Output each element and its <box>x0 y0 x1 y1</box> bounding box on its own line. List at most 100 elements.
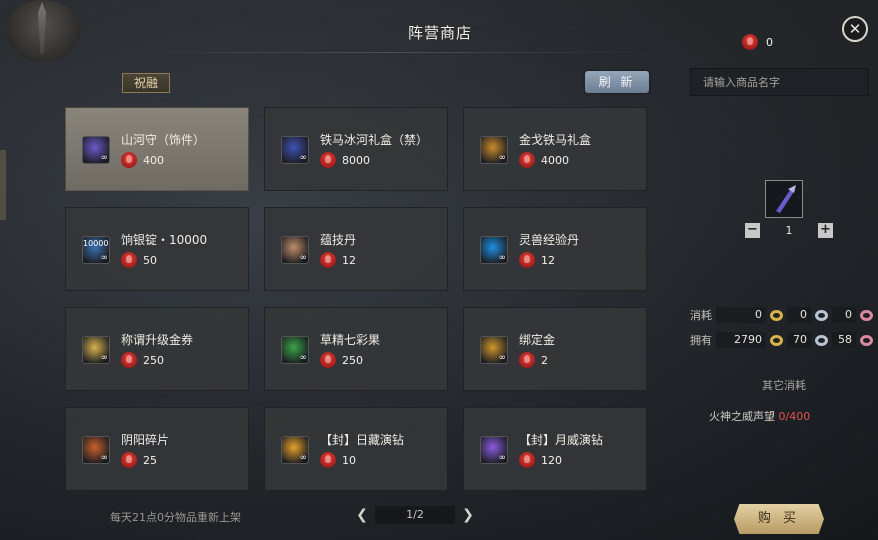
cost-row: 消耗 0 0 0 <box>690 307 877 323</box>
gold-coin-icon <box>770 309 783 321</box>
flame-currency-icon <box>742 34 758 50</box>
other-cost-label: 其它消耗 <box>762 379 806 392</box>
page-indicator: 1/2 <box>375 506 455 524</box>
item-price-value: 4000 <box>541 153 569 167</box>
item-grid: ∞ 山河守（饰件） 400 ∞ 铁马冰河礼盒（禁） 8000 ∞ 金戈铁马礼盒 4000 1000… <box>65 107 647 494</box>
fame-label: 火神之威声望 <box>709 410 775 423</box>
shop-item[interactable]: ∞ 阴阳碎片 25 <box>65 407 249 491</box>
owned-row: 拥有 2790 70 58 <box>690 332 877 348</box>
item-price-value: 250 <box>143 353 164 367</box>
decrease-button[interactable]: − <box>745 223 760 238</box>
flame-currency-icon <box>519 452 535 468</box>
chevron-right-icon: ❯ <box>462 507 474 523</box>
flame-currency-icon <box>121 452 137 468</box>
increase-button[interactable]: + <box>818 223 833 238</box>
tab-blessing[interactable]: 祝融 <box>122 73 170 93</box>
item-price-value: 120 <box>541 453 562 467</box>
buy-button[interactable]: 购 买 <box>734 504 824 534</box>
gold-giftbox-icon: ∞ <box>480 136 508 164</box>
restock-note: 每天21点0分物品重新上架 <box>110 511 241 524</box>
shop-item[interactable]: ∞ 金戈铁马礼盒 4000 <box>463 107 647 191</box>
shop-item[interactable]: ∞ 【封】日藏演钻 10 <box>264 407 448 491</box>
infinite-icon: ∞ <box>100 453 109 463</box>
owned-gold-value: 2790 <box>716 332 766 348</box>
quantity-value[interactable]: 1 <box>766 223 812 238</box>
currency-value: 0 <box>766 35 773 49</box>
item-price: 250 <box>320 352 363 368</box>
item-price-value: 8000 <box>342 153 370 167</box>
item-name: 金戈铁马礼盒 <box>519 133 592 147</box>
item-name: 绑定金 <box>519 333 556 347</box>
next-page-button[interactable]: ❯ <box>461 506 475 524</box>
cost-gold-value: 0 <box>716 307 766 323</box>
refresh-button[interactable]: 刷 新 <box>585 71 649 93</box>
cost-bound-value: 0 <box>832 307 856 323</box>
flame-currency-icon <box>320 352 336 368</box>
flame-currency-icon <box>320 252 336 268</box>
faction-emblem-icon <box>4 0 82 62</box>
infinite-icon: ∞ <box>498 153 507 163</box>
item-price-value: 12 <box>342 253 356 267</box>
title-divider <box>120 52 660 53</box>
item-name: 阴阳碎片 <box>121 433 170 447</box>
gold-ingot-icon: ∞ <box>480 336 508 364</box>
moon-gem-icon: ∞ <box>480 436 508 464</box>
item-price-value: 250 <box>342 353 363 367</box>
item-price: 400 <box>121 152 164 168</box>
item-price: 25 <box>121 452 157 468</box>
blue-orb-icon: ∞ <box>480 236 508 264</box>
selected-item-preview-icon <box>765 180 803 218</box>
item-name: 铁马冰河礼盒（禁） <box>320 133 429 147</box>
item-name: 【封】月威演钻 <box>519 433 604 447</box>
silver-coin-icon <box>815 334 828 346</box>
flame-currency-icon <box>320 152 336 168</box>
bound-coin-icon <box>860 334 873 346</box>
shop-item[interactable]: ∞ 草精七彩果 250 <box>264 307 448 391</box>
infinite-icon: ∞ <box>498 453 507 463</box>
green-fruit-icon: ∞ <box>281 336 309 364</box>
prev-page-button[interactable]: ❮ <box>355 506 369 524</box>
infinite-icon: ∞ <box>100 353 109 363</box>
item-price: 2 <box>519 352 548 368</box>
infinite-icon: ∞ <box>100 153 109 163</box>
shop-item[interactable]: ∞ 【封】月威演钻 120 <box>463 407 647 491</box>
item-name: 山河守（饰件） <box>121 133 206 147</box>
shop-item[interactable]: ∞ 铁马冰河礼盒（禁） 8000 <box>264 107 448 191</box>
shard-icon: ∞ <box>82 436 110 464</box>
cost-label: 消耗 <box>690 309 712 322</box>
infinite-icon: ∞ <box>100 253 109 263</box>
silver-coin-icon <box>815 309 828 321</box>
horse-giftbox-icon: ∞ <box>281 136 309 164</box>
item-price-value: 25 <box>143 453 157 467</box>
silver-ingot-icon: 10000 ∞ <box>82 236 110 264</box>
flame-currency-icon <box>121 252 137 268</box>
item-price: 250 <box>121 352 164 368</box>
item-name: 称谓升级金券 <box>121 333 194 347</box>
shop-item[interactable]: ∞ 灵兽经验丹 12 <box>463 207 647 291</box>
item-name: 饷银锭・10000 <box>121 233 208 247</box>
pill-icon: ∞ <box>281 236 309 264</box>
owned-silver-value: 70 <box>787 332 811 348</box>
flame-currency-icon <box>519 152 535 168</box>
item-price-value: 12 <box>541 253 555 267</box>
item-price: 50 <box>121 252 157 268</box>
item-badge: 10000 <box>83 239 109 248</box>
side-decoration <box>0 150 6 220</box>
infinite-icon: ∞ <box>498 253 507 263</box>
shop-item[interactable]: ∞ 蕴技丹 12 <box>264 207 448 291</box>
gold-ticket-icon: ∞ <box>82 336 110 364</box>
item-price: 8000 <box>320 152 370 168</box>
search-input[interactable] <box>690 68 869 96</box>
item-name: 【封】日藏演钻 <box>320 433 405 447</box>
shop-item[interactable]: ∞ 称谓升级金券 250 <box>65 307 249 391</box>
item-price-value: 10 <box>342 453 356 467</box>
close-button[interactable]: ✕ <box>842 16 868 42</box>
page-title: 阵营商店 <box>407 24 472 42</box>
shop-item[interactable]: 10000 ∞ 饷银锭・10000 50 <box>65 207 249 291</box>
item-price: 12 <box>519 252 555 268</box>
item-price: 120 <box>519 452 562 468</box>
shop-item[interactable]: ∞ 山河守（饰件） 400 <box>65 107 249 191</box>
shop-item[interactable]: ∞ 绑定金 2 <box>463 307 647 391</box>
flame-currency-icon <box>519 352 535 368</box>
infinite-icon: ∞ <box>299 453 308 463</box>
